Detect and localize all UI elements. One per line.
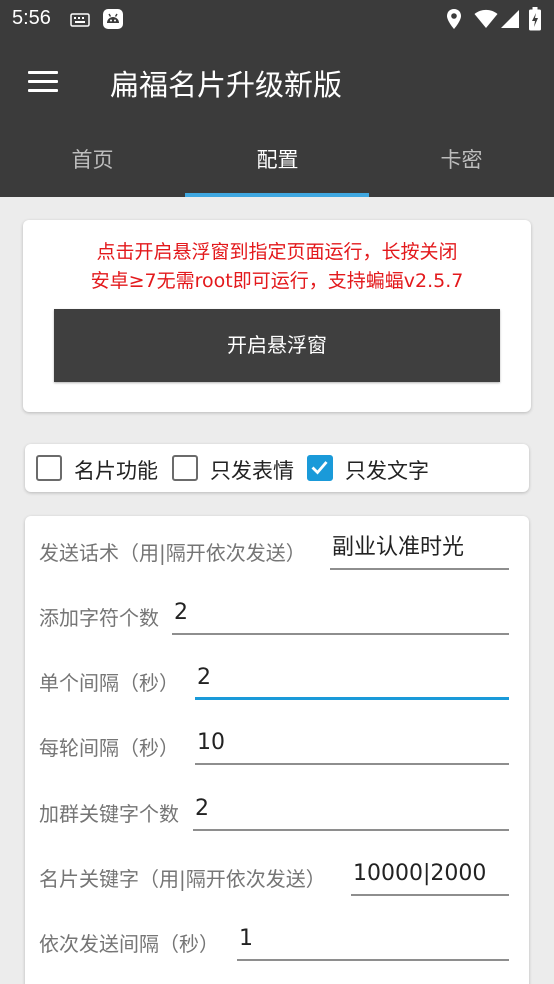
single-interval-input[interactable]: 2 <box>195 660 509 700</box>
single-interval-label: 单个间隔（秒） <box>39 671 179 695</box>
group-keyword-count-label: 加群关键字个数 <box>39 802 179 826</box>
char-count-label: 添加字符个数 <box>39 606 159 630</box>
sequential-interval-label: 依次发送间隔（秒） <box>39 932 219 956</box>
keyboard-icon <box>70 12 90 31</box>
card-keyword-input[interactable]: 10000|2000 <box>351 856 509 896</box>
status-bar: 5:56 <box>0 0 554 38</box>
hamburger-menu-icon[interactable] <box>26 68 60 94</box>
card-keyword-label: 名片关键字（用|隔开依次发送） <box>39 867 326 891</box>
options-card: 名片功能 只发表情 只发文字 <box>25 444 529 492</box>
location-icon <box>446 8 462 34</box>
tab-indicator <box>185 193 369 197</box>
app-title: 扁福名片升级新版 <box>110 68 343 102</box>
round-interval-input[interactable]: 10 <box>195 725 509 765</box>
char-count-input[interactable]: 2 <box>172 595 509 635</box>
emoji-only-label: 只发表情 <box>210 459 294 483</box>
notice-line-1: 点击开启悬浮窗到指定页面运行，长按关闭 <box>96 241 458 263</box>
notice-line-2: 安卓≥7无需root即可运行，支持蝙蝠v2.5.7 <box>90 270 464 292</box>
text-only-label: 只发文字 <box>345 459 429 483</box>
text-only-checkbox[interactable] <box>307 455 333 481</box>
name-card-checkbox[interactable] <box>36 455 62 481</box>
checkmark-icon <box>311 461 328 475</box>
settings-card: 发送话术（用|隔开依次发送） 副业认准时光 添加字符个数 2 单个间隔（秒） 2… <box>25 516 529 984</box>
tab-bar: 首页 配置 卡密 <box>0 122 554 197</box>
android-icon <box>102 8 124 34</box>
sequential-interval-input[interactable]: 1 <box>237 921 509 961</box>
wifi-icon <box>474 9 498 33</box>
round-interval-label: 每轮间隔（秒） <box>39 736 179 760</box>
floating-window-card: 点击开启悬浮窗到指定页面运行，长按关闭 安卓≥7无需root即可运行，支持蝙蝠v… <box>23 220 531 412</box>
send-script-input[interactable]: 副业认准时光 <box>330 530 509 570</box>
app-bar: 扁福名片升级新版 <box>0 38 554 122</box>
signal-icon <box>500 9 520 33</box>
emoji-only-checkbox[interactable] <box>172 455 198 481</box>
send-script-label: 发送话术（用|隔开依次发送） <box>39 541 306 565</box>
tab-home[interactable]: 首页 <box>0 122 185 197</box>
open-floating-window-button[interactable]: 开启悬浮窗 <box>54 309 500 382</box>
tab-card-key[interactable]: 卡密 <box>369 122 554 197</box>
status-time: 5:56 <box>12 7 51 29</box>
group-keyword-count-input[interactable]: 2 <box>193 791 509 831</box>
battery-icon <box>528 7 542 35</box>
name-card-label: 名片功能 <box>74 459 158 483</box>
tab-config[interactable]: 配置 <box>185 122 370 197</box>
